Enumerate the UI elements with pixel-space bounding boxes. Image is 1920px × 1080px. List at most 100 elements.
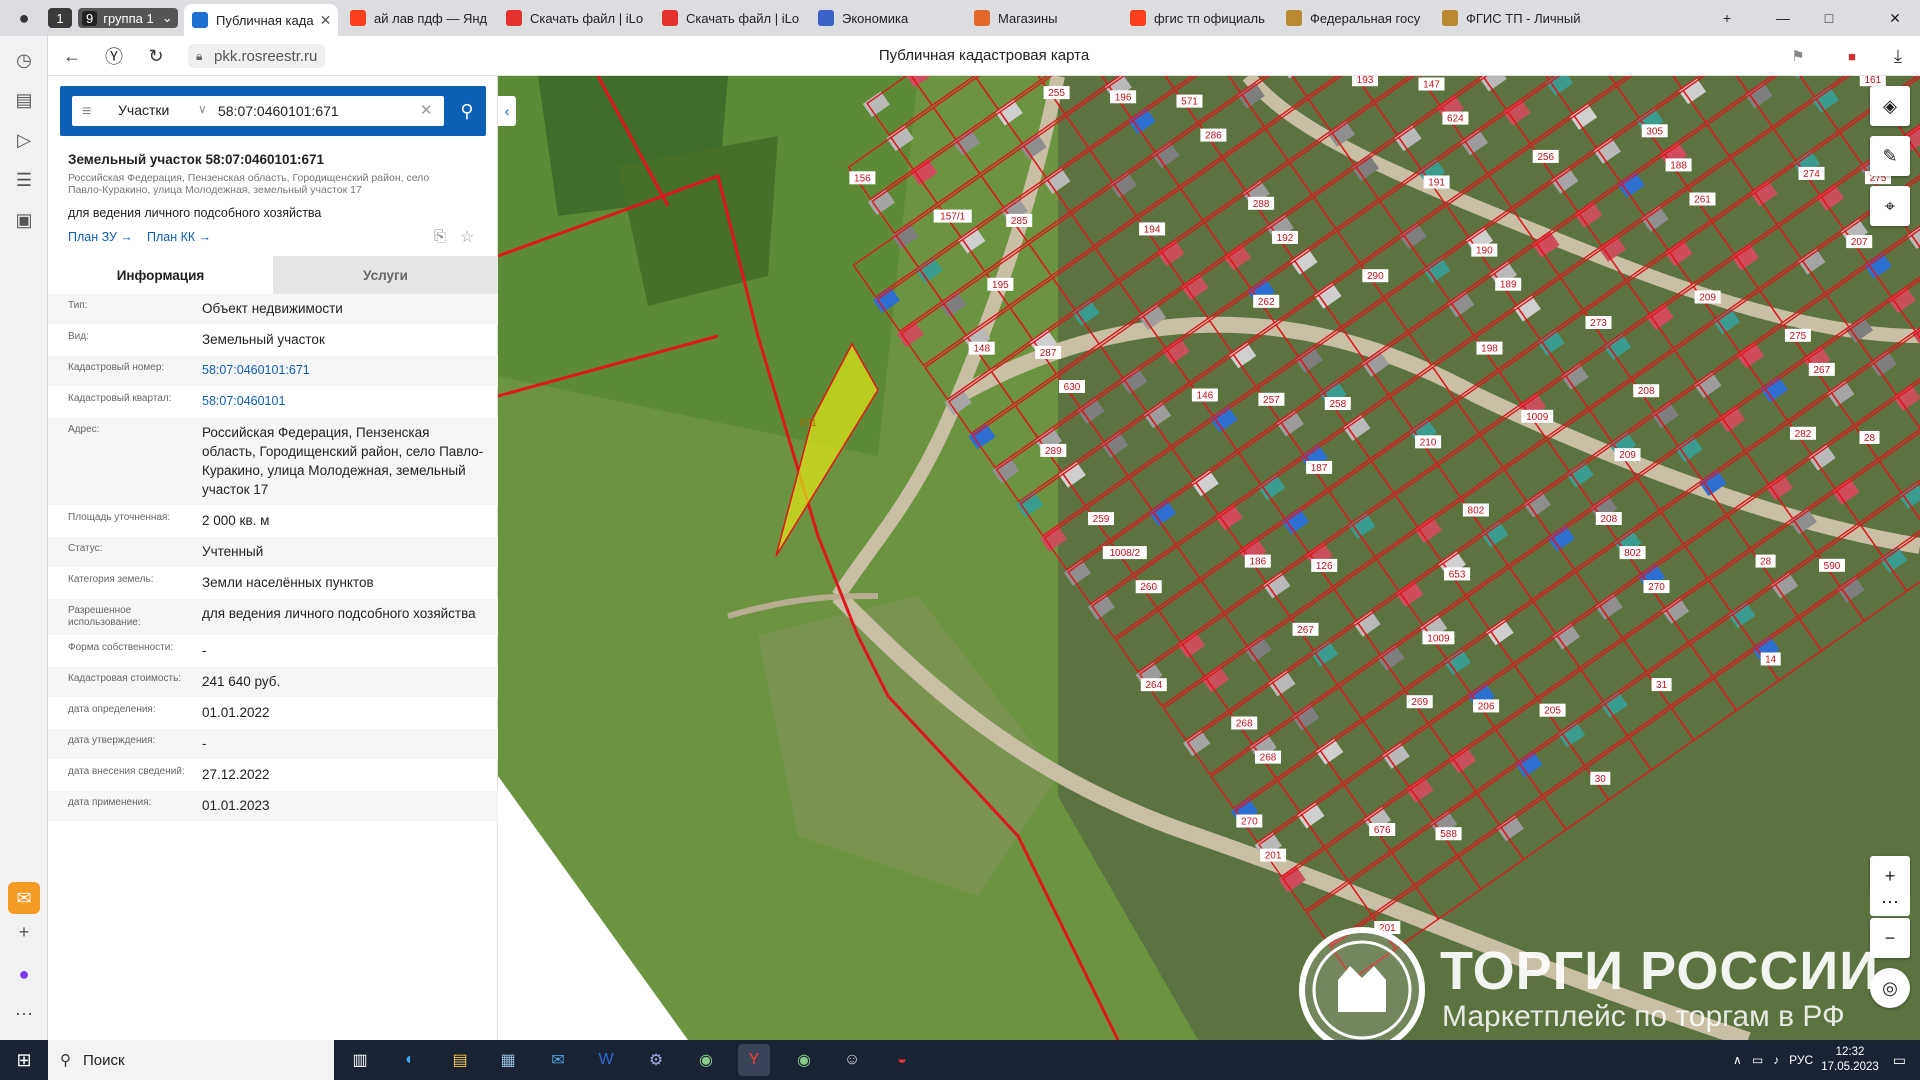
tab-counter: 1: [56, 10, 64, 26]
alice-icon[interactable]: ●: [8, 958, 40, 990]
parcel-number: 290: [1362, 269, 1389, 283]
screenshot-icon[interactable]: ▣: [8, 204, 40, 236]
attribute-link[interactable]: 58:07:0460101:671: [194, 356, 498, 386]
close-tab-icon[interactable]: ✕: [314, 12, 332, 29]
parcel-number-text: 14: [1765, 655, 1777, 666]
word-icon[interactable]: W: [590, 1044, 622, 1076]
browser-tab[interactable]: Скачать файл | iLo: [654, 4, 806, 32]
parcel-number: 630: [1059, 380, 1085, 393]
minimize-button[interactable]: —: [1760, 0, 1806, 36]
tab-services[interactable]: Услуги: [273, 256, 498, 294]
star-icon[interactable]: ☆: [460, 227, 474, 247]
parcel-number: 256: [1532, 149, 1559, 163]
profile-icon[interactable]: ●: [8, 2, 40, 34]
clear-icon[interactable]: ✕: [420, 101, 433, 119]
yandex-browser-icon[interactable]: Y: [738, 1044, 770, 1076]
mail-icon[interactable]: ✉: [8, 882, 40, 914]
language-indicator[interactable]: РУС: [1789, 1053, 1813, 1067]
app-icon[interactable]: ◉: [788, 1044, 820, 1076]
counter-icon[interactable]: ☰: [8, 164, 40, 196]
parcel-number: 186: [1244, 554, 1271, 568]
video-icon[interactable]: ▷: [8, 124, 40, 156]
map-canvas[interactable]: 671 151156150255157/11962855711952861481…: [498, 76, 1920, 1040]
favicon-icon: [1130, 10, 1146, 26]
zoom-more-button[interactable]: ⋯: [1870, 888, 1910, 916]
parcel-number: 207: [1846, 235, 1873, 249]
parcel-number: 209: [1694, 290, 1721, 304]
parcel-number: 268: [1255, 750, 1281, 764]
volume-icon[interactable]: ♪: [1773, 1053, 1779, 1067]
task-view-icon[interactable]: ▥: [344, 1044, 376, 1076]
group-count: 9: [82, 10, 98, 26]
parcel-number-text: 188: [1670, 160, 1687, 171]
favicon-icon: [662, 10, 678, 26]
search-type-select[interactable]: Участки: [118, 102, 169, 118]
favicon-icon: [192, 12, 208, 28]
plan-zu-link[interactable]: План ЗУ →: [68, 230, 133, 244]
taskbar-search[interactable]: ⚲ Поиск: [48, 1040, 334, 1080]
edge-icon[interactable]: ◐: [394, 1044, 426, 1076]
clock[interactable]: 12:32 17.05.2023: [1821, 1045, 1879, 1075]
locate-icon[interactable]: ⌖: [1870, 186, 1910, 226]
maximize-button[interactable]: □: [1806, 0, 1852, 36]
app-icon[interactable]: ⚙: [640, 1044, 672, 1076]
parcel-number-text: 28: [1864, 433, 1876, 444]
windows-start-icon[interactable]: ⊞: [0, 1040, 48, 1080]
browser-tab[interactable]: 1: [48, 8, 72, 28]
browser-tab[interactable]: Скачать файл | iLo: [498, 4, 650, 32]
attribute-table: Тип: Объект недвижимости Вид: Земельный уча…: [48, 294, 498, 822]
pdf-extension-icon[interactable]: ■: [1838, 42, 1866, 70]
bookmark-icon[interactable]: ⚑: [1784, 42, 1812, 70]
menu-icon[interactable]: ≡: [82, 103, 91, 121]
search-icon[interactable]: ⚲: [456, 100, 478, 122]
parcel-number-text: 208: [1638, 386, 1655, 397]
search-input[interactable]: [218, 99, 408, 123]
parcel-number-text: 273: [1590, 318, 1607, 329]
downloads-icon[interactable]: ⤓: [1884, 42, 1912, 70]
parcel-number: 260: [1135, 580, 1162, 594]
collections-icon[interactable]: ▤: [8, 84, 40, 116]
history-icon[interactable]: ◷: [8, 44, 40, 76]
parcel-number-text: 653: [1449, 569, 1466, 580]
notifications-icon[interactable]: ▭: [1893, 1052, 1906, 1069]
browser-tab[interactable]: ай лав пдф — Янд: [342, 4, 494, 32]
parcel-number: 28: [1859, 431, 1880, 444]
parcel-number-text: 630: [1064, 382, 1081, 393]
network-icon[interactable]: ▭: [1752, 1053, 1763, 1067]
parcel-number-text: 262: [1258, 297, 1275, 308]
attribute-link[interactable]: 58:07:0460101: [194, 387, 498, 417]
cadastral-map[interactable]: 671 151156150255157/11962855711952861481…: [498, 76, 1920, 1040]
document-icon[interactable]: ⎘: [434, 228, 446, 245]
parcel-number: 261: [1689, 192, 1716, 206]
parcel-number: 259: [1088, 512, 1114, 526]
browser-tab[interactable]: Магазины: [966, 4, 1118, 32]
parcel-number: 255: [1043, 86, 1070, 100]
tab-information[interactable]: Информация: [48, 256, 273, 294]
ruler-icon[interactable]: ✎: [1870, 136, 1910, 176]
file-explorer-icon[interactable]: ▤: [444, 1044, 476, 1076]
browser-tab[interactable]: ФГИС ТП - Личный: [1434, 4, 1586, 32]
collapse-panel-button[interactable]: ‹: [498, 96, 516, 126]
app-icon[interactable]: ◒: [886, 1044, 918, 1076]
browser-tab[interactable]: Экономика: [810, 4, 962, 32]
browser-tab[interactable]: Федеральная госу: [1278, 4, 1430, 32]
new-tab-button[interactable]: +: [1704, 0, 1750, 36]
chevron-down-icon[interactable]: ∨: [198, 102, 207, 116]
layers-icon[interactable]: ◈: [1870, 86, 1910, 126]
browser-tab[interactable]: 9 группа 1 ⌄: [78, 8, 178, 28]
close-window-button[interactable]: ✕: [1872, 0, 1918, 36]
mail-app-icon[interactable]: ✉: [542, 1044, 574, 1076]
parcel-number: 191: [1423, 175, 1450, 189]
app-icon[interactable]: ◉: [690, 1044, 722, 1076]
store-icon[interactable]: ▦: [492, 1044, 524, 1076]
browser-tab[interactable]: фгис тп официаль: [1122, 4, 1274, 32]
app-icon[interactable]: ☺: [836, 1044, 868, 1076]
browser-tab[interactable]: Публичная када ✕: [184, 4, 338, 36]
attribute-label: Площадь уточненная:: [68, 512, 171, 523]
chevron-up-icon[interactable]: ∧: [1733, 1053, 1742, 1067]
more-icon[interactable]: ⋯: [8, 998, 40, 1030]
torgi-rossii-logo: [1299, 927, 1425, 1053]
add-panel-icon[interactable]: +: [8, 916, 40, 948]
plan-kk-link[interactable]: План КК →: [147, 230, 211, 244]
parcel-number-text: 287: [1040, 348, 1057, 359]
